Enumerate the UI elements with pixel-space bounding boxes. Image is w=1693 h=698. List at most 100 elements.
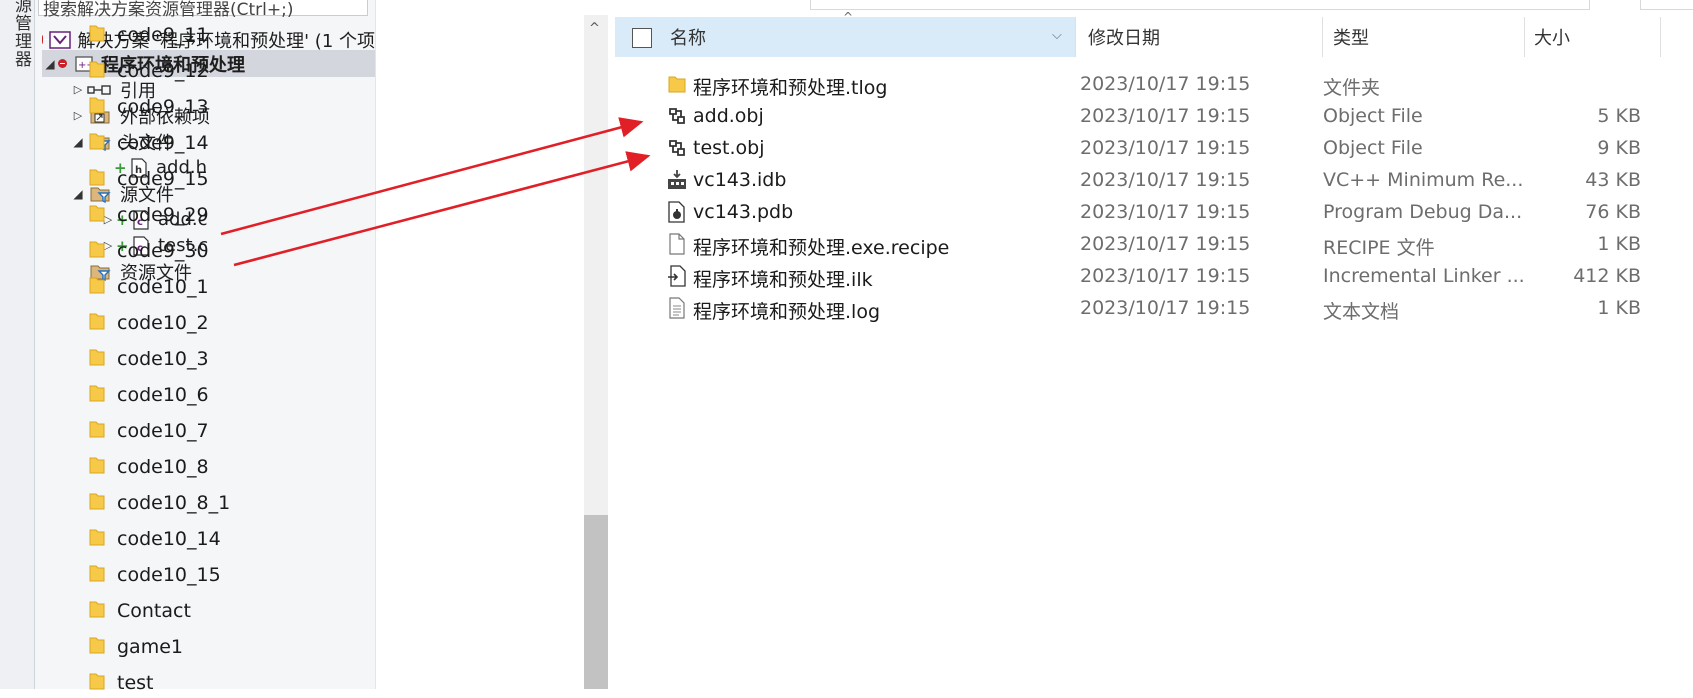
nav-folder-label: code10_14 — [117, 528, 221, 550]
folder-icon — [89, 203, 105, 228]
nav-folder-item[interactable]: test — [89, 668, 154, 698]
file-type: VC++ Minimum Re... — [1323, 169, 1524, 191]
address-bar[interactable] — [810, 0, 1590, 10]
file-name: 程序环境和预处理.exe.recipe — [693, 237, 950, 259]
nav-folder-item[interactable]: Contact — [89, 596, 191, 626]
file-date: 2023/10/17 19:15 — [1080, 201, 1251, 223]
collapse-arrow-icon[interactable]: ◢ — [70, 135, 86, 149]
expand-arrow-icon[interactable]: ▷ — [70, 83, 86, 96]
folder-icon — [89, 311, 105, 336]
column-separator[interactable] — [1075, 17, 1076, 57]
file-type: Program Debug Da... — [1323, 201, 1523, 223]
nav-folder-item[interactable]: game1 — [89, 632, 183, 662]
column-header-size[interactable]: 大小 — [1534, 17, 1570, 57]
column-separator[interactable] — [1322, 17, 1323, 57]
nav-folder-label: code10_7 — [117, 420, 209, 442]
object-file-icon — [665, 104, 689, 128]
file-size: 1 KB — [1597, 233, 1641, 255]
nav-folder-label: code10_3 — [117, 348, 209, 370]
nav-folder-item[interactable]: code10_3 — [89, 344, 209, 374]
nav-folder-item[interactable]: code10_2 — [89, 308, 209, 338]
nav-folder-label: test — [117, 672, 154, 694]
column-separator[interactable] — [1524, 17, 1525, 57]
file-type: 文件夹 — [1323, 77, 1381, 99]
nav-folder-item[interactable]: code9_14 — [89, 128, 209, 158]
file-row[interactable]: vc143.pdb 2023/10/17 19:15 Program Debug D… — [660, 197, 1660, 227]
nav-folder-item[interactable]: code9_11 — [89, 20, 209, 50]
column-header-type[interactable]: 类型 — [1333, 17, 1369, 57]
nav-folder-item[interactable]: code10_15 — [89, 560, 221, 590]
nav-folder-item[interactable]: code9_13 — [89, 92, 209, 122]
collapse-arrow-icon[interactable]: ◢ — [42, 57, 58, 71]
file-size: 412 KB — [1573, 265, 1641, 287]
collapse-arrow-icon[interactable]: ◢ — [70, 187, 86, 201]
column-date-label: 修改日期 — [1088, 28, 1160, 49]
file-row[interactable]: test.obj 2023/10/17 19:15 Object File 9 KB — [660, 133, 1660, 163]
side-tab-label: 源管理器 — [11, 0, 31, 68]
file-row[interactable]: vc143.idb 2023/10/17 19:15 VC++ Minimum Re… — [660, 165, 1660, 195]
nav-folder-item[interactable]: code9_15 — [89, 164, 209, 194]
column-header-name[interactable]: 名称 — [670, 17, 706, 57]
nav-folder-label: code9_13 — [117, 96, 209, 118]
file-name: 程序环境和预处理.tlog — [693, 77, 888, 99]
column-size-label: 大小 — [1534, 28, 1570, 49]
folder-icon — [89, 563, 105, 588]
nav-folder-item[interactable]: code9_12 — [89, 56, 209, 86]
idb-file-icon — [665, 168, 689, 192]
folder-icon — [89, 527, 105, 552]
nav-folder-item[interactable]: code10_8 — [89, 452, 209, 482]
file-row[interactable]: add.obj 2023/10/17 19:15 Object File 5 KB — [660, 101, 1660, 131]
folder-icon — [89, 671, 105, 696]
nav-folder-label: code10_6 — [117, 384, 209, 406]
file-type: Incremental Linker ... — [1323, 265, 1525, 287]
folder-icon — [89, 95, 105, 120]
nav-folder-item[interactable]: code10_14 — [89, 524, 221, 554]
select-all-checkbox[interactable] — [632, 28, 652, 48]
scroll-up-arrow-icon[interactable]: ^ — [589, 21, 600, 36]
column-filter-dropdown-icon[interactable]: ⌵ — [1052, 28, 1062, 43]
column-name-label: 名称 — [670, 28, 706, 49]
file-size: 43 KB — [1585, 169, 1641, 191]
file-date: 2023/10/17 19:15 — [1080, 137, 1251, 159]
nav-folder-item[interactable]: code10_6 — [89, 380, 209, 410]
file-row[interactable]: 程序环境和预处理.log 2023/10/17 19:15 文本文档 1 KB — [660, 293, 1660, 323]
file-name: test.obj — [693, 137, 765, 159]
folder-icon — [89, 239, 105, 264]
folder-icon — [89, 599, 105, 624]
file-date: 2023/10/17 19:15 — [1080, 73, 1251, 95]
file-name: 程序环境和预处理.ilk — [693, 269, 873, 291]
file-row[interactable]: 程序环境和预处理.tlog 2023/10/17 19:15 文件夹 — [660, 69, 1660, 99]
nav-folder-label: code9_11 — [117, 24, 209, 46]
nav-folder-label: code10_1 — [117, 276, 209, 298]
folder-icon — [665, 72, 689, 96]
file-date: 2023/10/17 19:15 — [1080, 105, 1251, 127]
search-placeholder: 搜索解决方案资源管理器(Ctrl+;) — [43, 0, 294, 20]
pdb-file-icon — [665, 200, 689, 224]
nav-folder-item[interactable]: code10_7 — [89, 416, 209, 446]
file-name: vc143.idb — [693, 169, 787, 191]
file-size: 1 KB — [1597, 297, 1641, 319]
column-header-date[interactable]: 修改日期 — [1088, 17, 1160, 57]
file-row[interactable]: 程序环境和预处理.ilk 2023/10/17 19:15 Incremental … — [660, 261, 1660, 291]
nav-folder-item[interactable]: code10_1 — [89, 272, 209, 302]
file-name: vc143.pdb — [693, 201, 794, 223]
expand-arrow-icon[interactable]: ▷ — [70, 109, 86, 122]
folder-icon — [89, 635, 105, 660]
text-file-icon — [665, 296, 689, 320]
navigation-scrollbar[interactable]: ^ — [584, 15, 608, 689]
solution-explorer-side-tab[interactable]: 源管理器 — [0, 0, 35, 689]
file-size: 9 KB — [1597, 137, 1641, 159]
object-file-icon — [665, 136, 689, 160]
search-box[interactable] — [1640, 0, 1693, 10]
nav-folder-item[interactable]: code9_29 — [89, 200, 209, 230]
nav-folder-item[interactable]: code9_30 — [89, 236, 209, 266]
file-row[interactable]: 程序环境和预处理.exe.recipe 2023/10/17 19:15 RECIP… — [660, 229, 1660, 259]
column-separator[interactable] — [1660, 17, 1661, 57]
scrollbar-thumb[interactable] — [584, 515, 608, 689]
nav-folder-item[interactable]: code10_8_1 — [89, 488, 230, 518]
folder-icon — [89, 455, 105, 480]
column-type-label: 类型 — [1333, 28, 1369, 49]
nav-folder-label: game1 — [117, 636, 183, 658]
nav-folder-label: Contact — [117, 600, 191, 622]
solution-search-input[interactable]: 搜索解决方案资源管理器(Ctrl+;) — [38, 0, 368, 20]
